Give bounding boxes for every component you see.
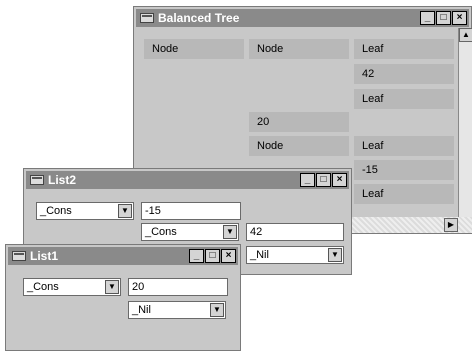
scroll-right-icon[interactable]: ▶ — [444, 218, 458, 232]
vertical-scrollbar[interactable]: ▲ — [458, 28, 472, 224]
chevron-down-icon[interactable]: ▼ — [223, 225, 237, 239]
tree-cell[interactable]: -15 — [354, 160, 454, 180]
window-title: List1 — [30, 249, 59, 263]
select-value: _Nil — [250, 249, 269, 261]
scroll-up-icon[interactable]: ▲ — [459, 28, 472, 42]
close-button[interactable]: × — [221, 249, 236, 263]
list1-titlebar[interactable]: List1 _ □ × — [8, 247, 238, 265]
select-value: _Cons — [145, 226, 177, 238]
constructor-select[interactable]: _Nil ▼ — [246, 246, 344, 264]
minimize-button[interactable]: _ — [420, 11, 435, 25]
close-button[interactable]: × — [452, 11, 467, 25]
tree-cell[interactable]: Leaf — [354, 89, 454, 109]
head-value-field[interactable]: 20 — [128, 278, 228, 296]
chevron-down-icon[interactable]: ▼ — [328, 248, 342, 262]
tree-cell[interactable]: 20 — [249, 112, 349, 132]
list1-window: List1 _ □ × _Cons ▼ 20 _Nil ▼ — [5, 244, 241, 351]
list2-titlebar[interactable]: List2 _ □ × — [26, 171, 349, 189]
minimize-button[interactable]: _ — [189, 249, 204, 263]
tree-cell[interactable]: Leaf — [354, 184, 454, 204]
select-value: _Cons — [27, 281, 59, 293]
constructor-select[interactable]: _Nil ▼ — [128, 301, 226, 319]
head-value-field[interactable]: 42 — [246, 223, 344, 241]
chevron-down-icon[interactable]: ▼ — [105, 280, 119, 294]
chevron-down-icon[interactable]: ▼ — [118, 204, 132, 218]
balanced-tree-titlebar[interactable]: Balanced Tree _ □ × — [136, 9, 469, 27]
maximize-button[interactable]: □ — [205, 249, 220, 263]
window-title: List2 — [48, 173, 77, 187]
tree-cell[interactable]: Node — [144, 39, 244, 59]
constructor-select[interactable]: _Cons ▼ — [36, 202, 134, 220]
constructor-select[interactable]: _Cons ▼ — [141, 223, 239, 241]
tree-cell[interactable]: Leaf — [354, 136, 454, 156]
tree-cell[interactable]: Node — [249, 136, 349, 156]
window-icon[interactable] — [30, 175, 44, 185]
select-value: _Nil — [132, 304, 151, 316]
constructor-select[interactable]: _Cons ▼ — [23, 278, 121, 296]
head-value-field[interactable]: -15 — [141, 202, 241, 220]
window-icon[interactable] — [140, 13, 154, 23]
select-value: _Cons — [40, 205, 72, 217]
maximize-button[interactable]: □ — [316, 173, 331, 187]
maximize-button[interactable]: □ — [436, 11, 451, 25]
close-button[interactable]: × — [332, 173, 347, 187]
window-title: Balanced Tree — [158, 11, 240, 25]
tree-cell[interactable]: Node — [249, 39, 349, 59]
tree-cell[interactable]: 42 — [354, 64, 454, 84]
tree-cell[interactable]: Leaf — [354, 39, 454, 59]
window-icon[interactable] — [12, 251, 26, 261]
horizontal-scrollbar[interactable]: ▶ — [344, 217, 472, 233]
chevron-down-icon[interactable]: ▼ — [210, 303, 224, 317]
minimize-button[interactable]: _ — [300, 173, 315, 187]
